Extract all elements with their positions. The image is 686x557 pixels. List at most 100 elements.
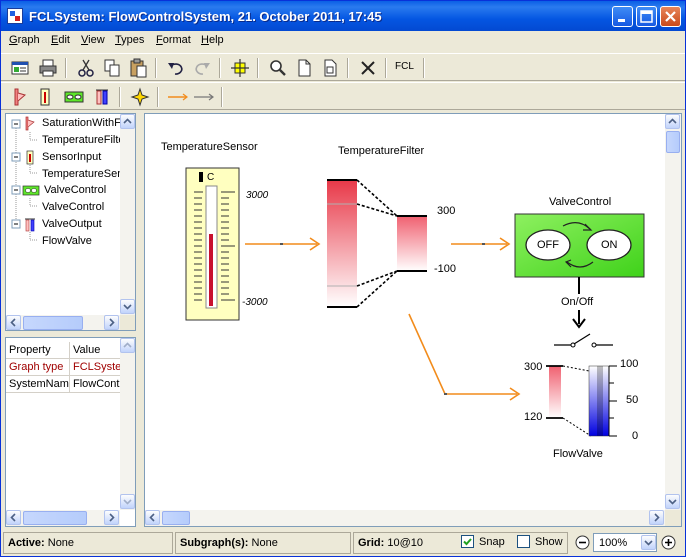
snap-checkbox[interactable] xyxy=(461,535,474,548)
toolbar-separator xyxy=(347,58,349,78)
menu-format[interactable]: Format xyxy=(156,34,191,46)
canvas-vertical-scrollbar[interactable] xyxy=(665,114,681,510)
tree-node-sensorinput[interactable]: SensorInput xyxy=(42,151,101,163)
valve-out-max: 100 xyxy=(620,358,639,370)
maximize-button[interactable] xyxy=(636,6,657,27)
filter-title: TemperatureFilter xyxy=(338,145,425,157)
control-output-label: On/Off xyxy=(561,296,594,308)
property-system-name[interactable]: SystemName xyxy=(6,376,70,393)
state-off[interactable]: OFF xyxy=(537,239,559,251)
scroll-up-button[interactable] xyxy=(120,338,135,353)
menu-types[interactable]: Types xyxy=(115,34,144,46)
scroll-down-button[interactable] xyxy=(665,494,680,509)
new-page-icon[interactable] xyxy=(293,57,315,79)
canvas-horizontal-scrollbar[interactable] xyxy=(145,510,665,526)
checkmark-icon xyxy=(463,538,472,546)
chevron-down-icon xyxy=(668,499,677,505)
status-active: Active: None xyxy=(3,532,173,554)
menu-graph[interactable]: Graph xyxy=(9,34,40,46)
snap-grid-icon[interactable] xyxy=(229,57,251,79)
scroll-right-button[interactable] xyxy=(104,315,119,330)
tree-node-flowvalve[interactable]: FlowValve xyxy=(42,235,92,247)
app-icon xyxy=(7,8,23,24)
output-node-icon[interactable] xyxy=(91,86,113,108)
print-icon[interactable] xyxy=(37,57,59,79)
sensor-node-icon[interactable] xyxy=(35,86,57,108)
status-subgraph: Subgraph(s): None xyxy=(175,532,351,554)
menu-edit[interactable]: Edit xyxy=(51,34,70,46)
value-graph-type[interactable]: FCLSystem xyxy=(70,359,121,376)
flow-valve-node[interactable] xyxy=(546,365,617,437)
property-graph-type[interactable]: Graph type xyxy=(6,359,70,376)
copy-icon[interactable] xyxy=(101,57,123,79)
value-system-name[interactable]: FlowControlSystem xyxy=(70,376,121,393)
header-value[interactable]: Value xyxy=(70,342,121,359)
state-on[interactable]: ON xyxy=(601,239,618,251)
connector-filter-valve[interactable] xyxy=(408,313,517,395)
valve-in-min: 120 xyxy=(524,411,543,423)
scroll-left-button[interactable] xyxy=(6,315,21,330)
toolbar-separator xyxy=(155,58,157,78)
page-view-icon[interactable] xyxy=(319,57,341,79)
zoom-in-icon[interactable] xyxy=(661,535,676,550)
menu-help[interactable]: Help xyxy=(201,34,224,46)
tree-node-temperaturefilter[interactable]: TemperatureFilter xyxy=(42,134,128,146)
minimize-button[interactable] xyxy=(612,6,633,27)
valve-control-node[interactable] xyxy=(514,213,645,278)
tree-horizontal-scrollbar[interactable] xyxy=(6,315,120,330)
tree-vertical-scrollbar[interactable] xyxy=(120,114,135,315)
scroll-down-button[interactable] xyxy=(120,299,135,314)
props-horizontal-scrollbar[interactable] xyxy=(6,510,120,526)
redo-icon[interactable] xyxy=(191,57,213,79)
chevron-left-icon xyxy=(149,513,155,522)
chevron-right-icon xyxy=(109,513,115,522)
toolbar-separator xyxy=(65,58,67,78)
scroll-thumb[interactable] xyxy=(23,511,87,525)
scroll-right-button[interactable] xyxy=(649,510,664,525)
tree-node-valvecontrol-child[interactable]: ValveControl xyxy=(42,201,104,213)
graph-canvas[interactable]: TemperatureSensor C 3000 -3000 Temperatu… xyxy=(144,113,682,527)
header-property[interactable]: Property xyxy=(6,342,70,359)
zoom-select[interactable]: 100% xyxy=(593,533,657,552)
menu-view[interactable]: View xyxy=(81,34,105,46)
scroll-up-button[interactable] xyxy=(665,114,680,129)
properties-icon[interactable] xyxy=(9,57,31,79)
scroll-down-button[interactable] xyxy=(120,494,135,509)
zoom-out-icon[interactable] xyxy=(575,535,590,550)
undo-icon[interactable] xyxy=(165,57,187,79)
scroll-thumb[interactable] xyxy=(162,511,190,525)
tree-node-valveoutput[interactable]: ValveOutput xyxy=(42,218,102,230)
saturation-node-icon[interactable] xyxy=(9,86,31,108)
snap-label[interactable]: Snap xyxy=(479,536,505,548)
tree-node-valvecontrol[interactable]: ValveControl xyxy=(44,184,106,196)
main-toolbar: FCL xyxy=(1,53,685,81)
show-label[interactable]: Show xyxy=(535,536,563,548)
connect-orange-icon[interactable] xyxy=(167,86,189,108)
properties-table: Property Value Graph type FCLSystem Syst… xyxy=(5,337,136,527)
junction-node-icon[interactable] xyxy=(129,86,151,108)
chevron-left-icon xyxy=(10,318,16,327)
temperature-filter-node[interactable] xyxy=(327,179,427,308)
fcl-button[interactable]: FCL xyxy=(395,61,414,72)
close-button[interactable] xyxy=(660,6,681,27)
scroll-up-button[interactable] xyxy=(120,114,135,129)
valve-in-max: 300 xyxy=(524,361,543,373)
valve-output-icon xyxy=(25,218,35,232)
title-bar[interactable]: FCLSystem: FlowControlSystem, 21. Octobe… xyxy=(1,1,685,31)
scroll-right-button[interactable] xyxy=(104,510,119,525)
temperature-sensor-node[interactable] xyxy=(185,167,240,321)
chevron-up-icon xyxy=(123,118,132,124)
scroll-thumb[interactable] xyxy=(666,131,680,153)
connect-gray-icon[interactable] xyxy=(193,86,215,108)
scroll-left-button[interactable] xyxy=(145,510,160,525)
props-vertical-scrollbar[interactable] xyxy=(120,338,135,510)
paste-icon[interactable] xyxy=(127,57,149,79)
zoom-icon[interactable] xyxy=(267,57,289,79)
control-node-icon[interactable] xyxy=(63,86,85,108)
delete-icon[interactable] xyxy=(357,57,379,79)
show-checkbox[interactable] xyxy=(517,535,530,548)
cut-icon[interactable] xyxy=(75,57,97,79)
scroll-left-button[interactable] xyxy=(6,510,21,525)
scroll-thumb[interactable] xyxy=(23,316,83,330)
zoom-dropdown-button[interactable] xyxy=(641,535,656,550)
